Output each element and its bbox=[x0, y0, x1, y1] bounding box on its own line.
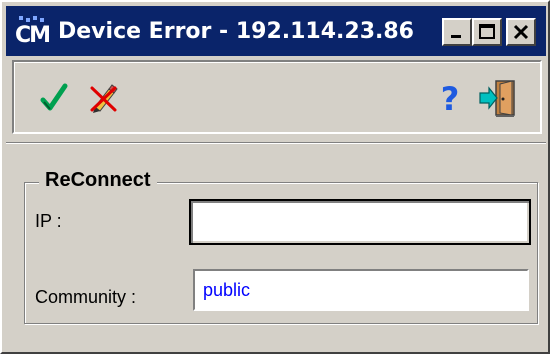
window-title: Device Error - 192.114.23.86 bbox=[58, 18, 414, 44]
exit-door-icon bbox=[479, 80, 515, 117]
ip-input[interactable] bbox=[189, 199, 531, 245]
reconnect-groupbox: ReConnect IP : Community : public bbox=[24, 169, 538, 324]
minimize-icon bbox=[451, 35, 461, 38]
pencil-cross-icon bbox=[90, 84, 118, 113]
question-mark-icon: ? bbox=[441, 81, 460, 115]
community-input[interactable]: public bbox=[193, 269, 529, 311]
svg-text:?: ? bbox=[441, 81, 460, 115]
app-icon-dots bbox=[19, 16, 44, 22]
ip-label: IP : bbox=[35, 211, 62, 231]
checkmark-icon bbox=[40, 83, 68, 111]
ok-button[interactable] bbox=[32, 76, 76, 120]
maximize-icon bbox=[479, 24, 495, 39]
group-title: ReConnect bbox=[39, 169, 157, 192]
close-icon bbox=[513, 24, 529, 40]
app-icon-glyph: CM bbox=[14, 23, 51, 48]
title-bar[interactable]: CM Device Error - 192.114.23.86 bbox=[6, 6, 546, 56]
cancel-button[interactable] bbox=[82, 76, 126, 120]
community-label: Community : bbox=[35, 287, 137, 307]
minimize-button[interactable] bbox=[442, 18, 472, 46]
help-button[interactable]: ? bbox=[428, 76, 472, 120]
cm-app-icon[interactable]: CM bbox=[12, 11, 52, 51]
exit-button[interactable] bbox=[476, 76, 520, 120]
close-button[interactable] bbox=[506, 18, 536, 46]
device-error-window: CM Device Error - 192.114.23.86 ? ReConn… bbox=[0, 0, 550, 354]
toolbar-separator bbox=[6, 142, 546, 144]
maximize-button[interactable] bbox=[472, 18, 502, 46]
toolbar: ? bbox=[12, 60, 542, 134]
